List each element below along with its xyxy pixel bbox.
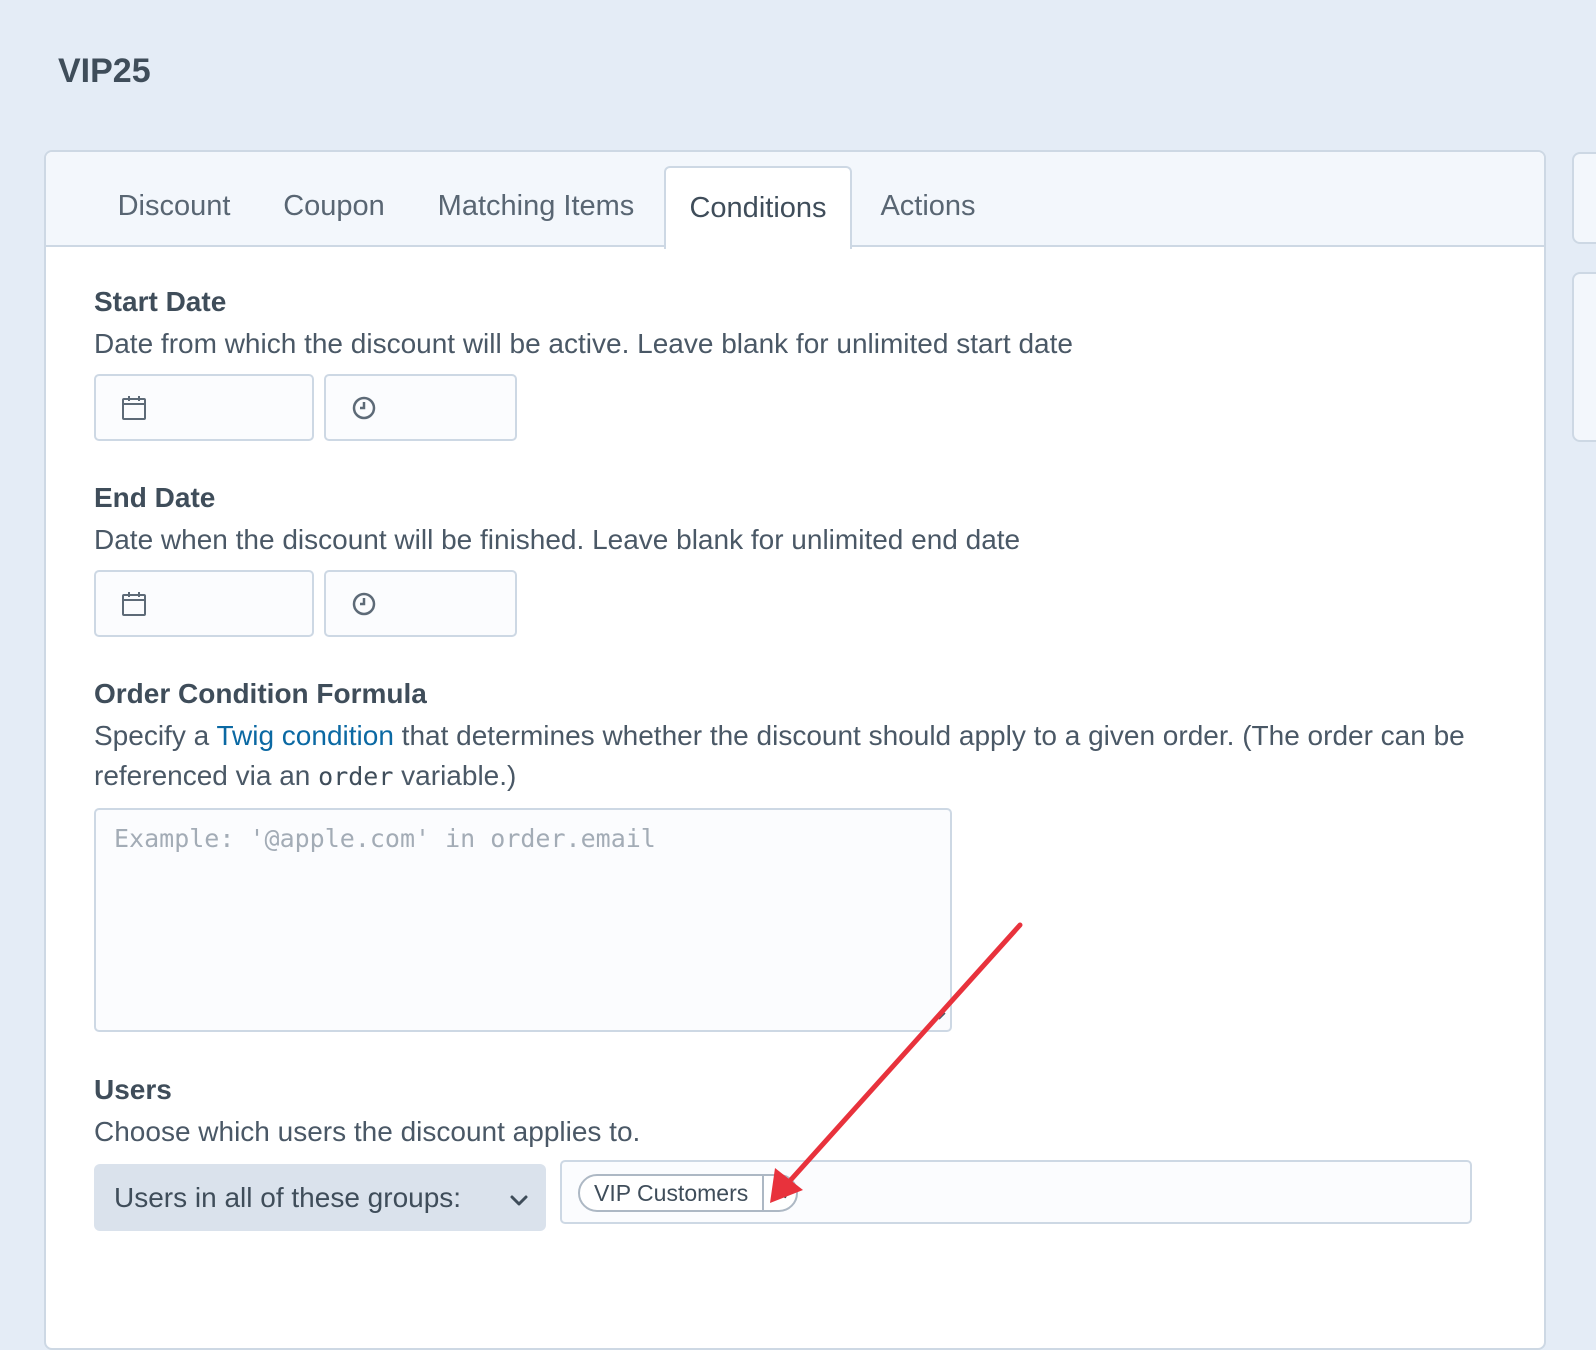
start-date-input[interactable] xyxy=(94,374,314,441)
resize-handle-icon[interactable] xyxy=(932,997,946,1026)
start-date-label: Start Date xyxy=(94,286,227,317)
sidebar-card xyxy=(1572,152,1596,244)
end-time-input[interactable] xyxy=(324,570,517,637)
instructions-text: Specify a xyxy=(94,720,217,751)
tab-actions[interactable]: Actions xyxy=(858,166,998,247)
user-group-condition-select[interactable]: Users in all of these groups: xyxy=(94,1164,546,1231)
select-value: Users in all of these groups: xyxy=(114,1181,462,1213)
page-title: VIP25 xyxy=(58,52,151,90)
tab-coupon[interactable]: Coupon xyxy=(264,166,404,247)
end-date-input[interactable] xyxy=(94,570,314,637)
x-icon[interactable]: ✕ xyxy=(762,1176,796,1210)
user-groups-input[interactable]: VIP Customers ✕ xyxy=(560,1160,1472,1224)
instructions-text: variable.) xyxy=(393,760,517,791)
users-instructions: Choose which users the discount applies … xyxy=(94,1116,641,1147)
user-group-tag: VIP Customers ✕ xyxy=(578,1174,799,1212)
order-condition-formula-textarea[interactable]: Example: '@apple.com' in order.email xyxy=(94,808,952,1032)
start-date-instructions: Date from which the discount will be act… xyxy=(94,328,1073,359)
clock-icon xyxy=(350,394,378,422)
calendar-icon xyxy=(120,590,148,618)
end-date-label: End Date xyxy=(94,482,216,513)
tab-conditions[interactable]: Conditions xyxy=(664,166,852,249)
chevron-down-icon xyxy=(508,1186,530,1218)
tab-bar: Discount Coupon Matching Items Condition… xyxy=(46,152,1544,249)
user-group-tag-label: VIP Customers xyxy=(594,1179,749,1206)
clock-icon xyxy=(350,590,378,618)
users-label: Users xyxy=(94,1074,172,1105)
textarea-placeholder: Example: '@apple.com' in order.email xyxy=(114,824,656,853)
order-condition-label: Order Condition Formula xyxy=(94,678,427,709)
discount-editor-panel: Discount Coupon Matching Items Condition… xyxy=(44,150,1546,1350)
tab-matching-items[interactable]: Matching Items xyxy=(416,166,656,247)
order-variable-code: order xyxy=(318,762,394,791)
twig-condition-link[interactable]: Twig condition xyxy=(216,720,393,751)
calendar-icon xyxy=(120,394,148,422)
end-date-instructions: Date when the discount will be finished.… xyxy=(94,524,1021,555)
sidebar-card xyxy=(1572,272,1596,442)
tab-discount[interactable]: Discount xyxy=(94,166,254,247)
order-condition-instructions: Specify a Twig condition that determines… xyxy=(94,716,1494,797)
start-time-input[interactable] xyxy=(324,374,517,441)
